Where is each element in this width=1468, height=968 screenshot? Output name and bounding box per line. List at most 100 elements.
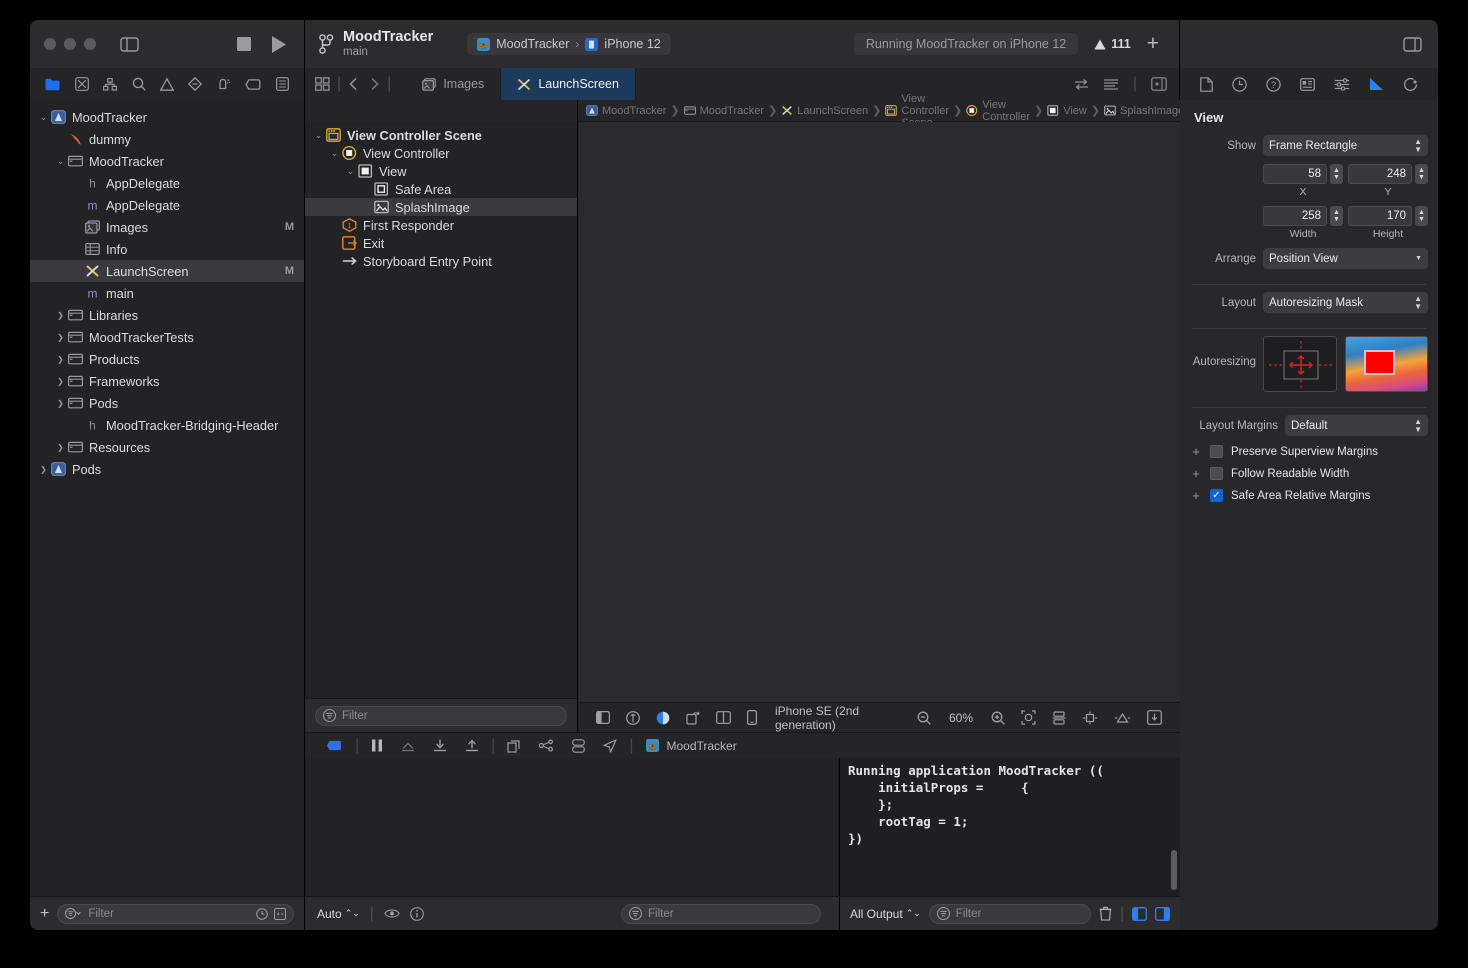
console-filter-field[interactable]: Filter <box>928 903 1091 924</box>
debug-navigator-icon[interactable] <box>217 77 231 91</box>
disclosure-open-icon[interactable]: ⌄ <box>55 156 66 167</box>
identity-inspector-icon[interactable] <box>1300 77 1315 91</box>
disclosure-closed-icon[interactable]: ❯ <box>55 399 66 408</box>
x-stepper[interactable]: ▲ ▼ <box>1330 164 1343 184</box>
breadcrumb-item-moodtracker[interactable]: MoodTracker <box>586 105 666 117</box>
navigator-item-launchscreen[interactable]: LaunchScreen M <box>30 260 304 282</box>
outline-item-view-controller[interactable]: ⌄ View Controller <box>305 144 577 162</box>
warning-badge[interactable]: 111 <box>1094 37 1131 51</box>
add-editor-button[interactable]: + <box>1147 32 1165 56</box>
disclosure-closed-icon[interactable]: ❯ <box>55 377 66 386</box>
minimap-icon[interactable] <box>1103 78 1119 91</box>
document-outline-tree[interactable]: ⌄ View Controller Scene ⌄ View Controller ⌄ V… <box>305 122 577 698</box>
disclosure-closed-icon[interactable]: ❯ <box>55 443 66 452</box>
embed-in-icon[interactable] <box>1044 710 1074 725</box>
zoom-in-icon[interactable] <box>983 711 1013 725</box>
navigator-tree[interactable]: ⌄ MoodTracker dummy ⌄ MoodTracker h AppDelegat… <box>30 100 304 896</box>
disclosure-closed-icon[interactable]: ❯ <box>38 465 49 474</box>
close-button[interactable] <box>44 38 56 50</box>
history-inspector-icon[interactable] <box>1232 76 1247 92</box>
toggle-navigator-icon[interactable] <box>120 36 139 52</box>
navigator-item-frameworks[interactable]: ❯ Frameworks <box>30 370 304 392</box>
resolve-issues-icon[interactable] <box>1139 710 1170 725</box>
outline-item-splashimage[interactable]: SplashImage <box>305 198 577 216</box>
autoresizing-editor[interactable] <box>1263 336 1337 392</box>
minimize-button[interactable] <box>64 38 76 50</box>
tab-images[interactable]: Images <box>406 68 502 100</box>
arrange-popup[interactable]: Position View ▼ <box>1263 248 1428 269</box>
checkbox-follow-readable-width[interactable] <box>1210 467 1223 480</box>
tab-launchscreen[interactable]: LaunchScreen <box>501 68 636 100</box>
navigator-item-info[interactable]: Info <box>30 238 304 260</box>
checkbox-preserve-superview-margins[interactable] <box>1210 445 1223 458</box>
variables-scope-popup[interactable]: Auto ⌃⌄ <box>317 907 360 921</box>
disclosure-open-icon[interactable]: ⌄ <box>38 112 49 123</box>
environment-overrides-icon[interactable] <box>563 738 594 753</box>
pause-continue-icon[interactable] <box>362 739 392 752</box>
disclosure-closed-icon[interactable]: ❯ <box>55 333 66 342</box>
related-items-icon[interactable] <box>315 77 330 91</box>
breadcrumb-item-launchscreen[interactable]: LaunchScreen <box>781 105 868 117</box>
add-variation-button[interactable]: + <box>1190 488 1202 503</box>
file-inspector-icon[interactable] <box>1199 76 1213 92</box>
update-frames-icon[interactable] <box>618 710 648 725</box>
step-out-icon[interactable] <box>456 739 488 752</box>
navigator-item-moodtrackertests[interactable]: ❯ MoodTrackerTests <box>30 326 304 348</box>
project-navigator-icon[interactable] <box>45 78 60 91</box>
navigator-item-dummy[interactable]: dummy <box>30 128 304 150</box>
zoom-button[interactable] <box>84 38 96 50</box>
outline-item-exit[interactable]: Exit <box>305 234 577 252</box>
disclosure-closed-icon[interactable]: ❯ <box>55 355 66 364</box>
find-navigator-icon[interactable] <box>132 77 146 91</box>
add-file-button[interactable]: + <box>40 905 49 923</box>
disclosure-open-icon[interactable]: ⌄ <box>313 130 324 141</box>
breadcrumb-item-view-controller[interactable]: View Controller <box>966 99 1030 123</box>
watch-variable-icon[interactable] <box>384 908 400 919</box>
width-stepper[interactable]: ▲ ▼ <box>1330 206 1343 226</box>
step-over-icon[interactable] <box>392 739 424 752</box>
disclosure-open-icon[interactable]: ⌄ <box>345 166 356 177</box>
navigator-item-resources[interactable]: ❯ Resources <box>30 436 304 458</box>
x-field[interactable]: 58 <box>1263 164 1327 184</box>
add-variation-button[interactable]: + <box>1190 466 1202 481</box>
height-field[interactable]: 170 <box>1348 206 1412 226</box>
run-controls[interactable] <box>237 35 304 53</box>
width-field[interactable]: 258 <box>1263 206 1327 226</box>
navigator-item-appdelegate[interactable]: h AppDelegate <box>30 172 304 194</box>
outline-item-first-responder[interactable]: 1 First Responder <box>305 216 577 234</box>
navigator-item-pods[interactable]: ❯ Pods <box>30 392 304 414</box>
debug-process-indicator[interactable]: 🦋 MoodTracker <box>636 739 737 753</box>
outline-item-storyboard-entry-point[interactable]: Storyboard Entry Point <box>305 252 577 270</box>
navigator-item-pods[interactable]: ❯ Pods <box>30 458 304 480</box>
navigator-item-moodtracker[interactable]: ⌄ MoodTracker <box>30 150 304 172</box>
scheme-indicator[interactable]: MoodTracker main <box>319 29 433 59</box>
navigator-item-main[interactable]: m main <box>30 282 304 304</box>
toggle-inspector-icon[interactable] <box>1403 36 1422 52</box>
disclosure-closed-icon[interactable]: ❯ <box>55 311 66 320</box>
debug-memory-graph-icon[interactable] <box>530 739 563 752</box>
zoom-level-label[interactable]: 60% <box>939 711 983 725</box>
orientation-icon[interactable] <box>678 711 708 725</box>
align-icon[interactable] <box>1074 711 1106 725</box>
y-stepper[interactable]: ▲ ▼ <box>1415 164 1428 184</box>
appearance-variants-icon[interactable] <box>648 711 678 725</box>
variables-filter-field[interactable]: Filter <box>621 903 821 924</box>
go-forward-icon[interactable] <box>361 77 380 91</box>
device-icon[interactable] <box>739 710 765 725</box>
height-stepper[interactable]: ▲ ▼ <box>1415 206 1428 226</box>
variables-view[interactable] <box>305 758 840 896</box>
canvas-device-label[interactable]: iPhone SE (2nd generation) <box>765 704 909 732</box>
scheme-destination-selector[interactable]: 🦋 MoodTracker › iPhone 12 <box>467 33 671 55</box>
stop-button[interactable] <box>237 37 251 51</box>
outline-filter-field[interactable]: Filter <box>315 705 567 726</box>
step-into-icon[interactable] <box>424 739 456 752</box>
run-button[interactable] <box>271 35 286 53</box>
console-output-scope-popup[interactable]: All Output ⌃⌄ <box>850 907 921 921</box>
size-inspector-icon[interactable] <box>1369 77 1384 91</box>
attributes-inspector-icon[interactable] <box>1334 77 1350 91</box>
simulate-location-icon[interactable] <box>594 738 626 753</box>
navigator-item-moodtracker-bridging-header[interactable]: h MoodTracker-Bridging-Header <box>30 414 304 436</box>
breadcrumb-item-view[interactable]: View <box>1047 105 1087 117</box>
navigator-item-moodtracker[interactable]: ⌄ MoodTracker <box>30 106 304 128</box>
symbol-navigator-icon[interactable] <box>103 77 118 91</box>
